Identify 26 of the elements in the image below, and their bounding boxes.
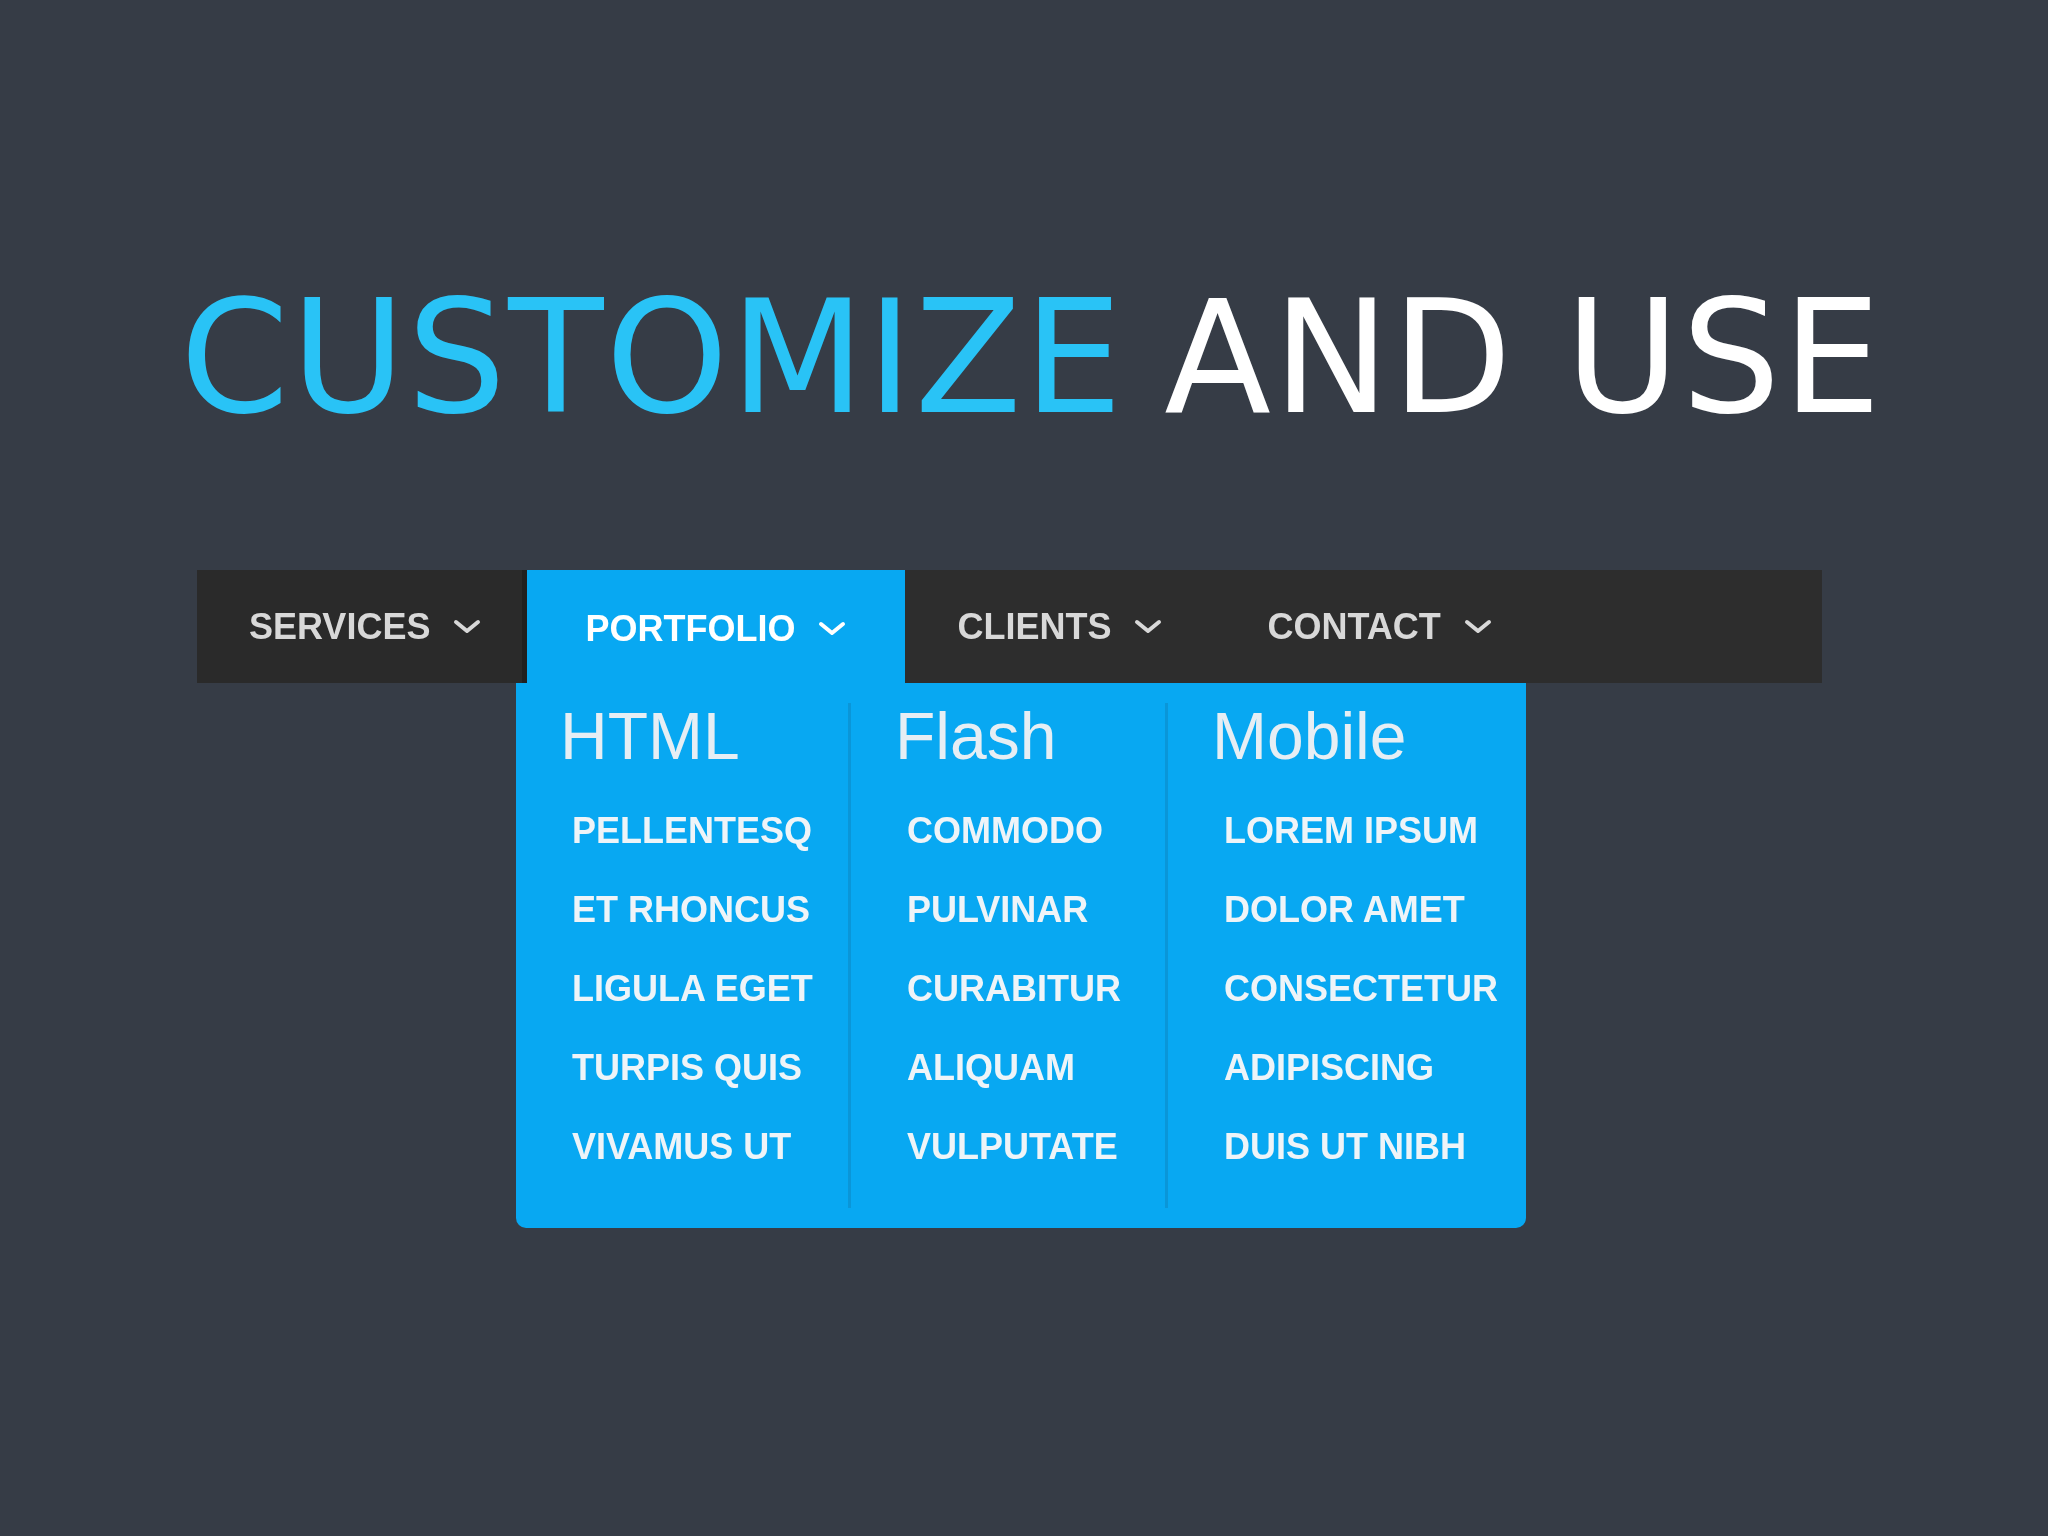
column-heading: Mobile — [1212, 703, 1408, 769]
headline: AND USE — [1164, 280, 1884, 436]
chevron-down-icon — [1133, 617, 1164, 636]
menu-link[interactable]: ET RHONCUS — [572, 892, 848, 971]
column-heading: HTML — [560, 703, 741, 769]
column-heading: Flash — [895, 703, 1058, 769]
menu-link[interactable]: DUIS UT NIBH — [1224, 1129, 1526, 1208]
menu-link[interactable]: ADIPISCING — [1224, 1050, 1526, 1129]
chevron-down-icon — [1462, 617, 1493, 636]
menu-link[interactable]: PULVINAR — [907, 892, 1165, 971]
chevron-down-icon — [452, 617, 483, 636]
nav-item[interactable]: CONTACT — [1215, 570, 1545, 683]
headline: CUSTOMIZE — [180, 280, 1125, 436]
menu-link[interactable]: LOREM IPSUM — [1224, 813, 1526, 892]
chevron-down-icon — [817, 619, 848, 638]
nav-item[interactable]: CLIENTS — [905, 570, 1216, 683]
menu-link[interactable]: COMMODO — [907, 813, 1165, 892]
menu-link[interactable]: DOLOR AMET — [1224, 892, 1526, 971]
menu-link[interactable]: VIVAMUS UT — [572, 1129, 848, 1208]
menu-link[interactable]: CONSECTETUR — [1224, 971, 1526, 1050]
menu-link[interactable]: CURABITUR — [907, 971, 1165, 1050]
menu-link[interactable]: VULPUTATE — [907, 1129, 1165, 1208]
menu-link[interactable]: PELLENTESQ — [572, 813, 848, 892]
menu-link[interactable]: ALIQUAM — [907, 1050, 1165, 1129]
menu-link[interactable]: TURPIS QUIS — [572, 1050, 848, 1129]
menu-link[interactable]: LIGULA EGET — [572, 971, 848, 1050]
